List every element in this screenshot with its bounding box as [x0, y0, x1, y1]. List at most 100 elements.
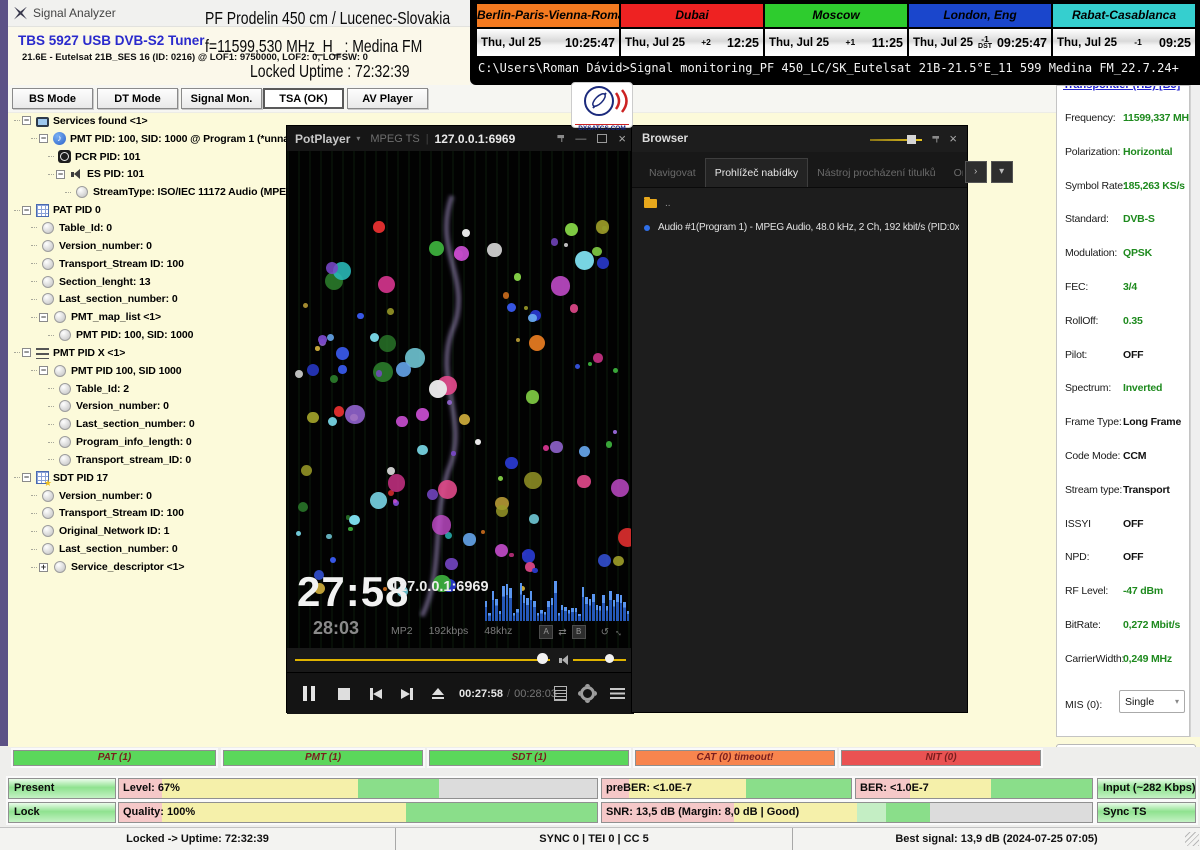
tree-item[interactable]: −PAT PID 0	[10, 201, 290, 219]
transponder-row: Frame Type:Long Frame	[1057, 416, 1190, 430]
tree-item[interactable]: + Service_descriptor <1>	[10, 558, 290, 576]
seek-track[interactable]	[295, 659, 550, 661]
ab-repeat-b-button[interactable]: B	[572, 625, 586, 639]
seek-handle[interactable]	[537, 653, 548, 664]
tree-item[interactable]: Original_Network ID: 1	[10, 522, 290, 540]
clock-date-label: Thu, Jul 25	[913, 37, 973, 49]
audio-track-row[interactable]: Audio #1(Program 1) - MPEG Audio, 48.0 k…	[644, 222, 959, 233]
equalizer-bar	[523, 595, 525, 621]
tree-item-label: Service_descriptor <1>	[71, 561, 184, 573]
tree-item[interactable]: Table_Id: 2	[10, 380, 290, 398]
tree-expander-icon[interactable]: −	[56, 170, 65, 179]
visualizer-dot	[345, 405, 364, 424]
mode-tab-av-player[interactable]: AV Player	[347, 88, 428, 109]
volume-handle[interactable]	[605, 654, 614, 663]
param-label: Stream type:	[1065, 484, 1122, 496]
tree-item[interactable]: Version_number: 0	[10, 487, 290, 505]
tree-expander-icon[interactable]: −	[39, 134, 48, 143]
tabs-dropdown-button[interactable]: ▾	[991, 161, 1013, 183]
next-button[interactable]	[394, 673, 420, 714]
tree-item[interactable]: Last_section_number: 0	[10, 540, 290, 558]
opacity-slider[interactable]	[870, 135, 922, 144]
tree-item[interactable]: PMT PID: 100, SID: 1000	[10, 326, 290, 344]
tree-item[interactable]: Program_info_length: 0	[10, 433, 290, 451]
tree-item[interactable]: Section_lenght: 13	[10, 273, 290, 291]
clock: London, EngThu, Jul 25-1DST09:25:47	[909, 4, 1053, 56]
tree-expander-icon[interactable]: −	[39, 313, 48, 322]
meter-label: BER: <1.0E-7	[860, 779, 929, 798]
maximize-icon[interactable]	[597, 134, 607, 143]
repeat-icon[interactable]: ↺	[601, 627, 609, 638]
playlist-icon[interactable]	[549, 673, 571, 714]
tree-item[interactable]: Transport_stream_ID: 0	[10, 451, 290, 469]
eject-button[interactable]	[425, 673, 451, 714]
tree-item[interactable]: −PMT_map_list <1>	[10, 308, 290, 326]
tree-item[interactable]: StreamType: ISO/IEC 11172 Audio (MPEG-1)…	[10, 183, 290, 201]
transponder-heading-link[interactable]: Transponder (HB) [B5]	[1063, 85, 1180, 91]
browser-tab-3[interactable]: Online S	[945, 159, 963, 187]
visualizer-dot	[388, 474, 406, 492]
tree-item[interactable]: −ES PID: 101	[10, 166, 290, 184]
visualizer-dot	[522, 549, 536, 563]
visualizer-dot	[370, 492, 387, 509]
pin-icon[interactable]	[557, 135, 564, 142]
tree-item[interactable]: Table_Id: 0	[10, 219, 290, 237]
browser-tab-0[interactable]: Navigovat	[640, 159, 705, 187]
codec-label: MP2	[391, 625, 413, 637]
tree-expander-icon[interactable]: +	[39, 563, 48, 572]
mode-tab-tsa-ok-[interactable]: TSA (OK)	[263, 88, 344, 109]
volume-track[interactable]	[573, 659, 626, 661]
tree-expander-icon[interactable]: −	[22, 116, 31, 125]
mode-tab-signal-mon-[interactable]: Signal Mon.	[181, 88, 262, 109]
tree-item[interactable]: −PMT PID: 100, SID: 1000 @ Program 1 (*u…	[10, 130, 290, 148]
potplayer-menu[interactable]: PotPlayer	[295, 132, 350, 146]
tree-item[interactable]: Transport_Stream ID: 100	[10, 505, 290, 523]
mode-tab-bs-mode[interactable]: BS Mode	[12, 88, 93, 109]
browser-tab-2[interactable]: Nástroj procházení titulků	[808, 159, 944, 187]
tree-item[interactable]: − Services found <1>	[10, 112, 290, 130]
leaf-icon	[59, 436, 71, 448]
tree-item-label: Services found <1>	[53, 115, 148, 127]
video-area[interactable]: 27:58 28:03 127.0.0.1:6969 MP2192kbps48k…	[287, 151, 634, 648]
mode-tab-dt-mode[interactable]: DT Mode	[97, 88, 178, 109]
mis-dropdown[interactable]: Single ▾	[1119, 690, 1185, 713]
tree-item[interactable]: −PMT PID X <1>	[10, 344, 290, 362]
pause-button[interactable]	[295, 673, 323, 714]
transponder-row: Standard:DVB-S	[1057, 213, 1190, 227]
clock: Berlin-Paris-Vienna-RomaThu, Jul 2510:25…	[477, 4, 621, 56]
tree-expander-icon[interactable]: −	[22, 206, 31, 215]
tree-item-label: Transport_Stream ID: 100	[59, 258, 184, 270]
tree-item[interactable]: Last_section_number: 0	[10, 290, 290, 308]
tree-expander-icon[interactable]: −	[22, 473, 31, 482]
tabs-next-button[interactable]: ›	[965, 161, 987, 183]
time-separator: /	[507, 688, 510, 700]
browser-titlebar[interactable]: Browser ×	[632, 126, 967, 152]
stop-button[interactable]	[331, 673, 357, 714]
param-value: 185,263 KS/s	[1123, 180, 1185, 192]
equalizer-bar	[516, 609, 518, 621]
pin-icon[interactable]	[932, 136, 939, 143]
menu-icon[interactable]	[605, 673, 629, 714]
folder-up-row[interactable]: ..	[644, 198, 671, 209]
tree-item[interactable]: Transport_Stream ID: 100	[10, 255, 290, 273]
tree-item[interactable]: Version_number: 0	[10, 237, 290, 255]
tree-expander-icon[interactable]: −	[39, 366, 48, 375]
minimize-icon[interactable]: —	[575, 135, 586, 143]
close-icon[interactable]: ×	[618, 134, 626, 144]
param-label: FEC:	[1065, 281, 1088, 293]
settings-gear-icon[interactable]	[575, 673, 599, 714]
tree-item[interactable]: −PMT PID 100, SID 1000	[10, 362, 290, 380]
panel-scrollbar[interactable]	[1190, 85, 1200, 737]
tree-item[interactable]: Version_number: 0	[10, 398, 290, 416]
tree-expander-icon[interactable]: −	[22, 348, 31, 357]
visualizer-dot	[454, 246, 469, 261]
tree-item[interactable]: −SDT PID 17	[10, 469, 290, 487]
tree-item[interactable]: PCR PID: 101	[10, 148, 290, 166]
ab-repeat-a-button[interactable]: A	[539, 625, 553, 639]
close-icon[interactable]: ×	[949, 134, 957, 144]
meter-segment	[162, 779, 358, 798]
previous-button[interactable]	[363, 673, 389, 714]
resize-grip[interactable]	[1185, 832, 1199, 846]
tree-item[interactable]: Last_section_number: 0	[10, 415, 290, 433]
browser-tab-1[interactable]: Prohlížeč nabídky	[705, 158, 808, 187]
